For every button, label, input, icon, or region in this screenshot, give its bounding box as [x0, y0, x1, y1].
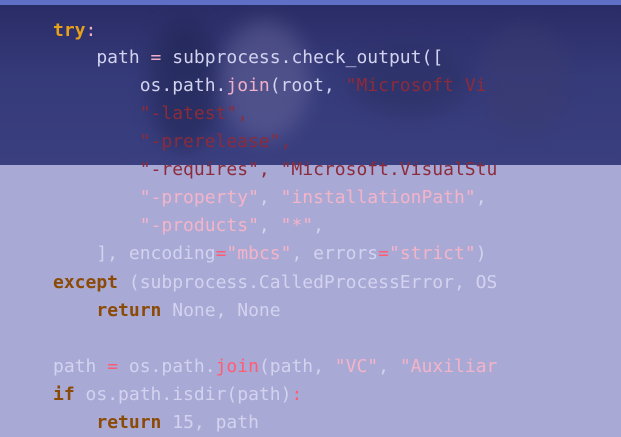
code-token: ,	[475, 187, 487, 208]
code-line: ], encoding="mbcs", errors="strict")	[53, 240, 487, 268]
code-line: return None, None	[53, 297, 281, 325]
code-token: ,	[313, 215, 324, 236]
code-token: (subprocess.CalledProcessError, OS	[118, 272, 498, 293]
code-token: 15, path	[161, 412, 259, 433]
code-token: =	[150, 47, 173, 68]
code-token: return	[96, 300, 162, 321]
code-line: try:	[53, 17, 96, 45]
code-line: "-latest",	[53, 100, 248, 128]
code-token: , errors	[291, 243, 379, 264]
code-token: "-latest",	[139, 103, 249, 124]
code-token: )	[475, 243, 487, 264]
code-line: path = subprocess.check_output([	[53, 44, 443, 72]
code-token: =	[378, 243, 389, 264]
code-token: ,	[258, 215, 281, 236]
code-token: None, None	[161, 300, 281, 321]
code-token: join	[215, 356, 259, 377]
code-token: "-property"	[139, 187, 259, 208]
code-token: "installationPath"	[280, 187, 476, 208]
code-token: =	[215, 243, 227, 264]
code-token: if	[53, 384, 75, 405]
code-token: os.path.isdir(path)	[74, 384, 292, 405]
code-token: return	[96, 412, 162, 433]
code-token: "strict"	[388, 243, 476, 264]
code-token: "mbcs"	[226, 243, 292, 264]
code-token: "-prerelease",	[139, 131, 292, 152]
code-line: except (subprocess.CalledProcessError, O…	[53, 269, 497, 297]
code-line: "-requires", "Microsoft.VisualStu	[53, 156, 498, 184]
code-line: "-property", "installationPath",	[53, 184, 487, 212]
code-line: "-products", "*",	[53, 212, 324, 240]
code-token: os.path.	[118, 356, 216, 377]
code-token: "*"	[280, 215, 314, 236]
code-token: (root,	[269, 75, 346, 96]
code-line: if os.path.isdir(path):	[53, 381, 302, 409]
code-token: path	[53, 356, 108, 377]
code-line: "-prerelease",	[53, 128, 292, 156]
code-token: path	[53, 47, 151, 68]
code-token: "VC"	[334, 356, 379, 377]
code-token: "-requires", "Microsoft.VisualStu	[139, 159, 498, 180]
code-token: ], encoding	[53, 243, 216, 264]
code-token: =	[107, 356, 119, 377]
code-line: path = os.path.join(path, "VC", "Auxilia…	[53, 353, 497, 381]
code-token: ,	[258, 187, 281, 208]
code-token: :	[291, 384, 303, 405]
code-token: "Auxiliar	[399, 356, 498, 377]
code-token: except	[53, 272, 119, 293]
code-line: return 15, path	[53, 409, 259, 437]
code-token: ,	[378, 356, 400, 377]
code-token: subprocess.check_output([	[172, 47, 444, 68]
code-token: os.path.	[53, 75, 227, 96]
code-line: os.path.join(root, "Microsoft Vi	[53, 72, 487, 100]
code-token: "Microsoft Vi	[345, 75, 487, 96]
code-token: join	[226, 75, 270, 96]
code-token: "-products"	[139, 215, 259, 236]
code-token: (path,	[258, 356, 335, 377]
code-token: :	[85, 20, 97, 41]
code-token: try	[53, 20, 86, 41]
code-editor[interactable]: try: path = subprocess.check_output([ os…	[0, 0, 621, 437]
